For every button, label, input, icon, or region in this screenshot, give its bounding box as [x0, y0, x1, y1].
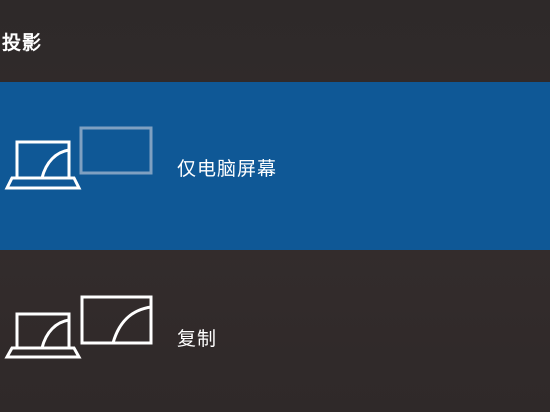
- option-duplicate[interactable]: 复制: [0, 264, 550, 394]
- duplicate-icon: [0, 294, 160, 374]
- panel-title: 投影: [2, 32, 43, 54]
- option-pc-screen-only[interactable]: 仅电脑屏幕: [0, 82, 550, 250]
- option-label: 复制: [177, 328, 218, 350]
- option-label: 仅电脑屏幕: [177, 158, 278, 180]
- pc-screen-only-icon: [0, 126, 160, 206]
- project-panel: 投影 仅电脑屏幕 复制: [0, 0, 550, 412]
